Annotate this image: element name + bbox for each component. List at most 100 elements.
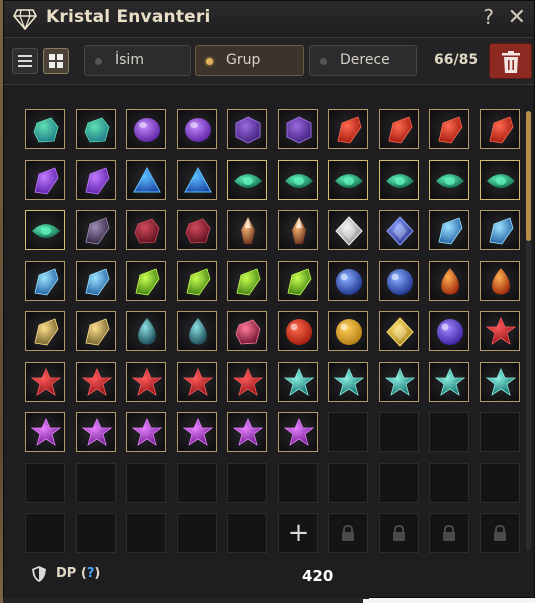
crystal-slot[interactable] — [25, 412, 65, 452]
crystal-slot[interactable] — [328, 159, 368, 200]
crystal-slot[interactable] — [227, 311, 267, 351]
empty-slot[interactable] — [429, 412, 469, 452]
crystal-slot[interactable] — [176, 210, 217, 250]
teal-drop-icon — [188, 318, 207, 345]
crystal-slot[interactable] — [176, 260, 217, 301]
crystal-slot[interactable] — [277, 109, 318, 149]
crystal-slot[interactable] — [75, 361, 116, 402]
crystal-slot[interactable] — [378, 311, 419, 351]
crystal-slot[interactable] — [126, 159, 166, 200]
empty-slot[interactable] — [378, 462, 419, 503]
empty-slot[interactable] — [378, 412, 419, 452]
crystal-slot[interactable] — [328, 361, 368, 402]
empty-slot[interactable] — [328, 412, 368, 452]
crystal-slot[interactable] — [126, 109, 166, 149]
crystal-slot[interactable] — [479, 109, 520, 149]
crystal-slot[interactable] — [479, 361, 520, 402]
crystal-slot[interactable] — [75, 412, 116, 452]
crystal-slot[interactable] — [277, 361, 318, 402]
crystal-slot[interactable] — [277, 260, 318, 301]
crystal-slot[interactable] — [328, 210, 368, 250]
crystal-slot[interactable] — [227, 412, 267, 452]
empty-slot[interactable] — [479, 412, 520, 452]
crystal-slot[interactable] — [75, 210, 116, 250]
crystal-slot[interactable] — [126, 412, 166, 452]
empty-slot[interactable] — [479, 462, 520, 503]
crystal-slot[interactable] — [25, 260, 65, 301]
crystal-slot[interactable] — [227, 260, 267, 301]
crystal-slot[interactable] — [378, 159, 419, 200]
scrollbar[interactable] — [526, 111, 531, 551]
tab-group[interactable]: Grup — [195, 45, 304, 76]
crystal-slot[interactable] — [25, 109, 65, 149]
tab-name[interactable]: İsim — [84, 45, 191, 76]
crystal-slot[interactable] — [328, 260, 368, 301]
crystal-slot[interactable] — [75, 159, 116, 200]
empty-slot[interactable] — [75, 513, 116, 553]
add-slot-button[interactable]: + — [277, 513, 318, 553]
crystal-slot[interactable] — [479, 210, 520, 250]
crystal-slot[interactable] — [479, 159, 520, 200]
empty-slot[interactable] — [25, 513, 65, 553]
crystal-slot[interactable] — [126, 361, 166, 402]
empty-slot[interactable] — [126, 513, 166, 553]
crystal-slot[interactable] — [126, 311, 166, 351]
empty-slot[interactable] — [25, 462, 65, 503]
crystal-slot[interactable] — [25, 210, 65, 250]
crystal-slot[interactable] — [277, 210, 318, 250]
crystal-slot[interactable] — [176, 412, 217, 452]
empty-slot[interactable] — [126, 462, 166, 503]
crystal-slot[interactable] — [227, 109, 267, 149]
crystal-slot[interactable] — [429, 109, 469, 149]
empty-slot[interactable] — [328, 462, 368, 503]
crystal-slot[interactable] — [227, 210, 267, 250]
crystal-slot[interactable] — [277, 311, 318, 351]
scrollbar-thumb[interactable] — [526, 111, 531, 241]
crystal-slot[interactable] — [479, 260, 520, 301]
tab-indicator — [206, 58, 213, 65]
empty-slot[interactable] — [176, 513, 217, 553]
crystal-slot[interactable] — [25, 311, 65, 351]
crystal-slot[interactable] — [126, 260, 166, 301]
crystal-slot[interactable] — [378, 361, 419, 402]
crystal-slot[interactable] — [176, 311, 217, 351]
empty-slot[interactable] — [277, 462, 318, 503]
crystal-slot[interactable] — [429, 260, 469, 301]
crystal-slot[interactable] — [277, 159, 318, 200]
crystal-slot[interactable] — [429, 210, 469, 250]
delete-button[interactable] — [489, 43, 532, 79]
crystal-slot[interactable] — [429, 361, 469, 402]
emerald-eye-icon — [436, 173, 464, 188]
crystal-slot[interactable] — [277, 412, 318, 452]
crystal-slot[interactable] — [176, 159, 217, 200]
crystal-slot[interactable] — [25, 361, 65, 402]
crystal-slot[interactable] — [75, 109, 116, 149]
close-icon[interactable]: ✕ — [508, 5, 526, 30]
crystal-slot[interactable] — [378, 109, 419, 149]
crystal-slot[interactable] — [328, 311, 368, 351]
crystal-slot[interactable] — [227, 159, 267, 200]
crystal-slot[interactable] — [429, 159, 469, 200]
crystal-slot[interactable] — [328, 109, 368, 149]
title-bar[interactable]: Kristal Envanteri ? ✕ — [4, 1, 534, 38]
empty-slot[interactable] — [75, 462, 116, 503]
empty-slot[interactable] — [429, 462, 469, 503]
crystal-slot[interactable] — [75, 260, 116, 301]
crystal-slot[interactable] — [378, 260, 419, 301]
empty-slot[interactable] — [176, 462, 217, 503]
crystal-slot[interactable] — [378, 210, 419, 250]
tab-grade[interactable]: Derece — [309, 45, 417, 76]
empty-slot[interactable] — [227, 513, 267, 553]
grid-view-button[interactable] — [43, 48, 69, 74]
list-view-button[interactable] — [12, 48, 38, 74]
crystal-slot[interactable] — [126, 210, 166, 250]
crystal-slot[interactable] — [176, 361, 217, 402]
crystal-slot[interactable] — [227, 361, 267, 402]
crystal-slot[interactable] — [176, 109, 217, 149]
crystal-slot[interactable] — [25, 159, 65, 200]
crystal-slot[interactable] — [75, 311, 116, 351]
crystal-slot[interactable] — [429, 311, 469, 351]
help-icon[interactable]: ? — [483, 5, 494, 29]
crystal-slot[interactable] — [479, 311, 520, 351]
empty-slot[interactable] — [227, 462, 267, 503]
